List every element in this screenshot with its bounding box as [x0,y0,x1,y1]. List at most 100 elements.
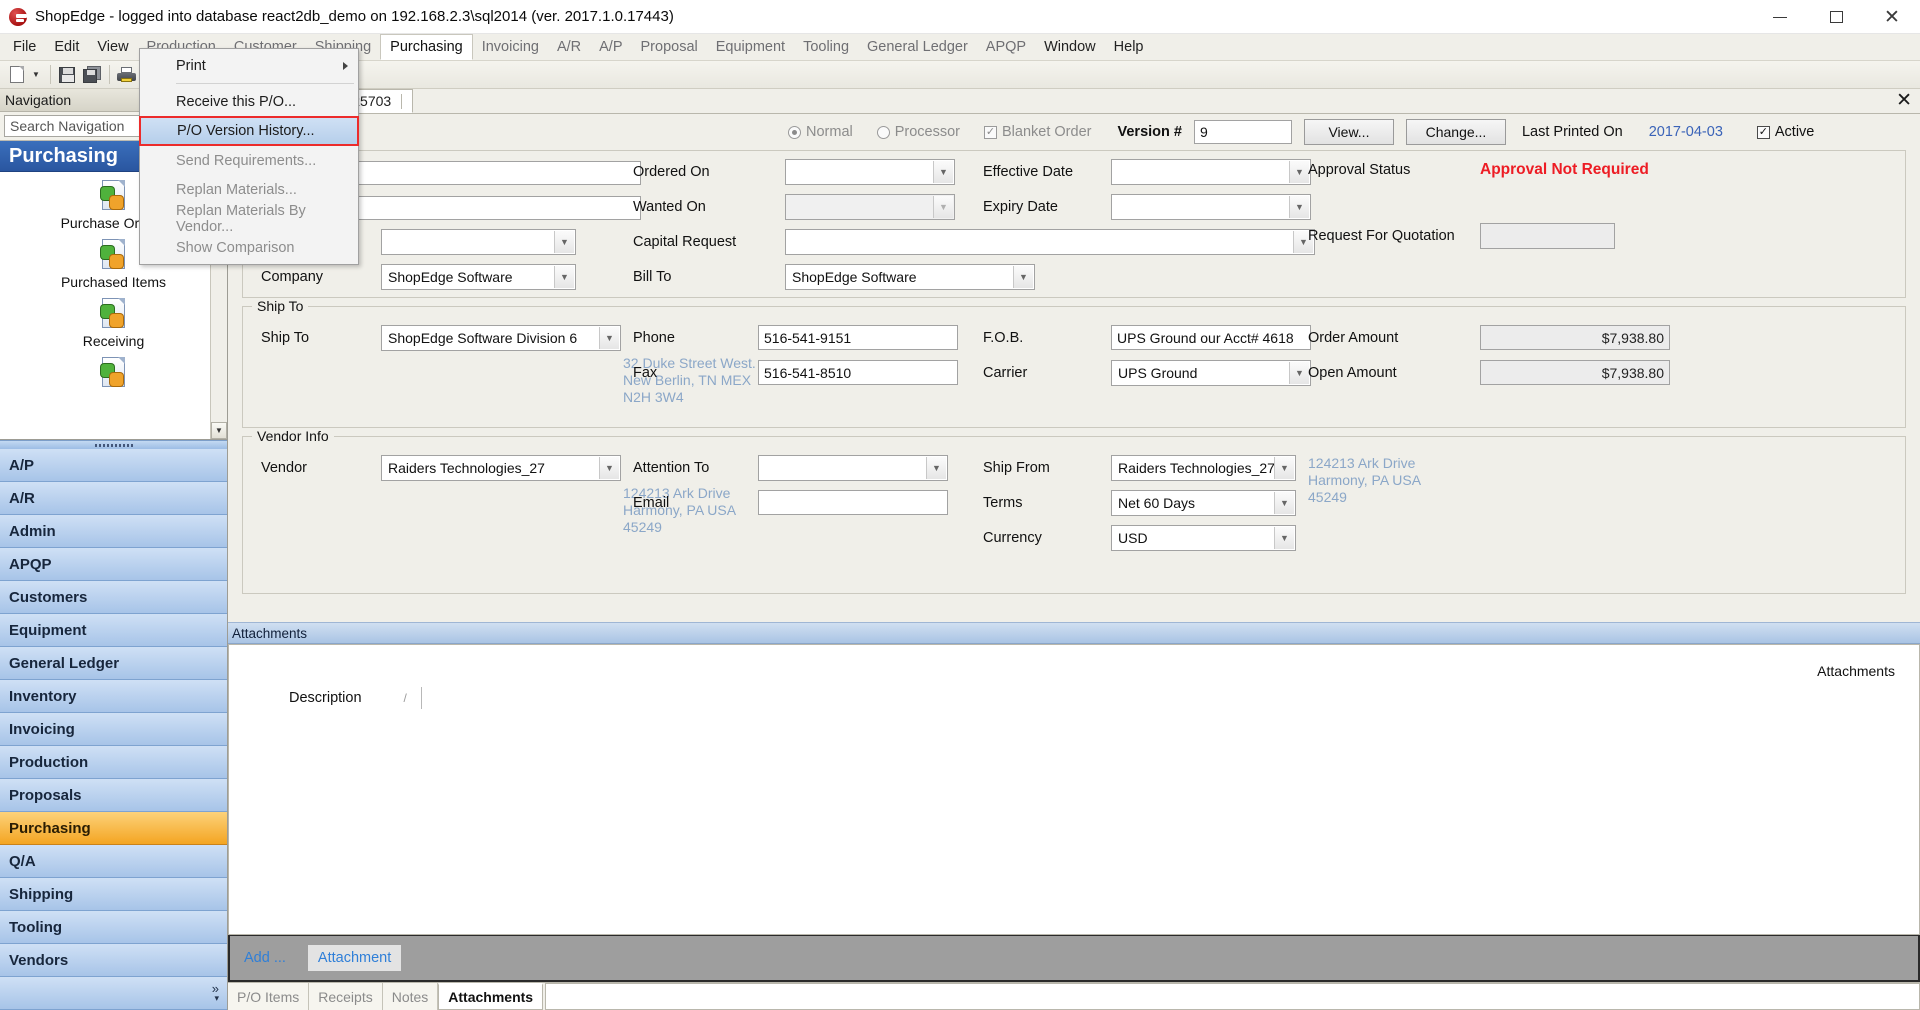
ship-from-combo[interactable]: Raiders Technologies_27 ▼ [1111,455,1296,481]
minimize-button[interactable] [1752,0,1808,34]
menu-item-print[interactable]: Print [140,51,358,80]
maximize-icon [1829,11,1843,23]
column-header-description[interactable]: Description [289,690,362,706]
print-button[interactable] [114,63,138,86]
ship-to-value: ShopEdge Software Division 6 [388,330,578,346]
terms-combo[interactable]: Net 60 Days ▼ [1111,490,1296,516]
ordered-on-combo[interactable]: ▼ [785,159,955,185]
menu-item-show-comparison[interactable]: Show Comparison [140,233,358,262]
menu-view[interactable]: View [88,34,137,60]
vendor-combo[interactable]: Raiders Technologies_27 ▼ [381,455,621,481]
menu-a-p[interactable]: A/P [590,34,631,60]
fob-field[interactable]: UPS Ground our Acct# 4618 [1111,325,1311,350]
checkmark-icon: ✓ [984,125,998,139]
company-label: Company [261,269,324,285]
menu-help[interactable]: Help [1105,34,1153,60]
menu-tooling[interactable]: Tooling [794,34,858,60]
sidebar-item-vendors[interactable]: Vendors [0,944,227,977]
version-field[interactable]: 9 [1193,120,1292,144]
window-title: ShopEdge - logged into database react2db… [35,8,674,25]
view-button[interactable]: View... [1303,119,1394,145]
menu-item-label: P/O Version History... [177,123,315,139]
chevron-down-icon: ▼ [1274,527,1294,549]
sidebar-item-shipping[interactable]: Shipping [0,878,227,911]
capital-request-combo[interactable]: ▼ [785,229,1315,255]
menu-file[interactable]: File [4,34,45,60]
sidebar-item-a-r[interactable]: A/R [0,482,227,515]
new-document-button[interactable] [5,63,29,86]
sidebar-item-inventory[interactable]: Inventory [0,680,227,713]
menu-general-ledger[interactable]: General Ledger [858,34,977,60]
effective-date-combo[interactable]: ▼ [1111,159,1311,185]
sidebar-expander[interactable]: » ▾ [0,977,227,1010]
attention-to-combo[interactable]: ▼ [758,455,948,481]
tab-attachments[interactable]: Attachments [438,983,544,1010]
nav-splitter-grip[interactable] [0,440,227,449]
fax-field[interactable]: 516-541-8510 [758,360,958,385]
checkbox-active[interactable]: ✓ Active [1756,124,1814,140]
expiry-date-combo[interactable]: ▼ [1111,194,1311,220]
close-button[interactable]: ✕ [1864,0,1920,34]
sidebar-item-admin[interactable]: Admin [0,515,227,548]
nav-scroll-down-button[interactable]: ▼ [211,422,227,439]
menu-a-r[interactable]: A/R [548,34,590,60]
attachment-button[interactable]: Attachment [307,945,402,971]
change-button[interactable]: Change... [1405,119,1506,145]
chevron-down-icon: ▼ [599,327,619,349]
menu-purchasing[interactable]: Purchasing [380,34,473,60]
sidebar-item-a-p[interactable]: A/P [0,449,227,482]
sidebar-item-production[interactable]: Production [0,746,227,779]
menu-equipment[interactable]: Equipment [707,34,794,60]
menu-separator [176,83,354,84]
ship-to-combo[interactable]: ShopEdge Software Division 6 ▼ [381,325,621,351]
radio-processor[interactable]: Processor [876,124,960,140]
request-for-quotation-field[interactable] [1480,223,1615,249]
menu-item-send-requirements[interactable]: Send Requirements... [140,146,358,175]
phone-field[interactable]: 516-541-9151 [758,325,958,350]
sidebar-item-apqp[interactable]: APQP [0,548,227,581]
menu-window[interactable]: Window [1035,34,1105,60]
sidebar-item-general-ledger[interactable]: General Ledger [0,647,227,680]
email-field[interactable] [758,490,948,515]
maximize-button[interactable] [1808,0,1864,34]
sidebar-item-tooling[interactable]: Tooling [0,911,227,944]
sidebar-item-equipment[interactable]: Equipment [0,614,227,647]
save-button[interactable] [55,63,79,86]
tab-notes[interactable]: Notes [382,983,439,1010]
attachments-column-header[interactable]: Description / [289,687,422,709]
sidebar-item-purchasing[interactable]: Purchasing [0,812,227,845]
column-divider[interactable] [420,687,422,709]
submenu-arrow-icon [343,61,348,70]
carrier-combo[interactable]: UPS Ground ▼ [1111,360,1311,386]
currency-combo[interactable]: USD ▼ [1111,525,1296,551]
new-document-dropdown-arrow[interactable]: ▼ [30,63,42,86]
sidebar-item-invoicing[interactable]: Invoicing [0,713,227,746]
company-combo[interactable]: ShopEdge Software ▼ [381,264,576,290]
nav-icon-item-receiving[interactable]: Receiving [0,290,227,349]
sidebar-item-q-a[interactable]: Q/A [0,845,227,878]
sidebar-item-proposals[interactable]: Proposals [0,779,227,812]
bill-to-combo[interactable]: ShopEdge Software ▼ [785,264,1035,290]
tab-receipts[interactable]: Receipts [309,983,383,1010]
menu-apqp[interactable]: APQP [977,34,1035,60]
job-number-combo[interactable]: ▼ [381,229,576,255]
menu-item-replan-materials-by-vendor[interactable]: Replan Materials By Vendor... [140,203,358,235]
menu-invoicing[interactable]: Invoicing [473,34,548,60]
document-close-icon[interactable]: ✕ [1896,91,1912,110]
attachments-grid[interactable]: Attachments Description / [228,644,1920,935]
menu-edit[interactable]: Edit [45,34,88,60]
radio-normal-label: Normal [806,124,853,140]
checkbox-blanket-order[interactable]: ✓ Blanket Order [984,124,1091,140]
add-attachment-link[interactable]: Add ... [244,950,286,966]
nav-icon-item-partial[interactable] [0,349,227,390]
sidebar-item-customers[interactable]: Customers [0,581,227,614]
menu-proposal[interactable]: Proposal [632,34,707,60]
menu-item-replan-materials[interactable]: Replan Materials... [140,175,358,204]
radio-normal[interactable]: Normal [788,124,853,140]
wanted-on-combo[interactable]: ▼ [785,194,955,220]
order-amount-field: $7,938.80 [1480,325,1670,350]
menu-item-receive-this-p-o[interactable]: Receive this P/O... [140,87,358,116]
tab-p-o-items[interactable]: P/O Items [228,983,310,1010]
save-all-button[interactable] [80,63,104,86]
menu-item-p-o-version-history[interactable]: P/O Version History... [139,116,359,146]
